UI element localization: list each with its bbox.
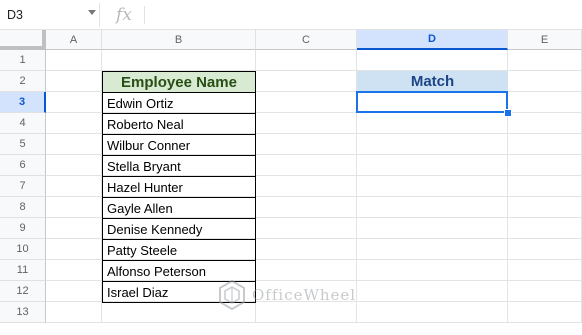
column-header-a[interactable]: A <box>46 30 102 50</box>
formula-separator <box>144 6 145 24</box>
column-header-c[interactable]: C <box>256 30 357 50</box>
row-header-5[interactable]: 5 <box>0 134 46 155</box>
match-header[interactable]: Match <box>357 71 508 92</box>
employee-name-cell[interactable]: Hazel Hunter <box>102 177 256 198</box>
employee-name-cell[interactable]: Gayle Allen <box>102 198 256 219</box>
row-header-11[interactable]: 11 <box>0 260 46 281</box>
gridline-row <box>46 322 582 323</box>
chevron-down-icon[interactable] <box>88 10 96 15</box>
name-box-value: D3 <box>7 8 23 22</box>
formula-input[interactable] <box>150 4 582 26</box>
watermark-text: OfficeWheel <box>252 286 357 304</box>
row-header-2[interactable]: 2 <box>0 71 46 92</box>
row-header-9[interactable]: 9 <box>0 218 46 239</box>
name-box[interactable]: D3 <box>0 3 100 27</box>
row-header-6[interactable]: 6 <box>0 155 46 176</box>
employee-name-cell[interactable]: Roberto Neal <box>102 114 256 135</box>
employee-name-cell[interactable]: Denise Kennedy <box>102 219 256 240</box>
officewheel-logo-icon <box>219 280 245 310</box>
watermark: OfficeWheel <box>218 278 356 312</box>
row-header-10[interactable]: 10 <box>0 239 46 260</box>
row-header-13[interactable]: 13 <box>0 302 46 323</box>
column-header-b[interactable]: B <box>102 30 256 50</box>
row-header-3[interactable]: 3 <box>0 92 46 113</box>
employee-name-cell[interactable]: Stella Bryant <box>102 156 256 177</box>
row-header-12[interactable]: 12 <box>0 281 46 302</box>
column-header-e[interactable]: E <box>508 30 582 50</box>
employee-name-cell[interactable]: Edwin Ortiz <box>102 93 256 114</box>
row-header-4[interactable]: 4 <box>0 113 46 134</box>
fill-handle[interactable] <box>504 109 512 117</box>
employee-name-header[interactable]: Employee Name <box>102 71 256 93</box>
row-header-7[interactable]: 7 <box>0 176 46 197</box>
formula-bar: D3 fx <box>0 0 582 30</box>
row-header-1[interactable]: 1 <box>0 50 46 71</box>
active-cell-border <box>356 91 508 113</box>
employee-name-cell[interactable]: Patty Steele <box>102 240 256 261</box>
select-all-corner[interactable] <box>0 30 46 50</box>
employee-name-cell[interactable]: Wilbur Conner <box>102 135 256 156</box>
fx-icon: fx <box>116 5 132 25</box>
column-header-d[interactable]: D <box>357 30 508 50</box>
row-header-8[interactable]: 8 <box>0 197 46 218</box>
